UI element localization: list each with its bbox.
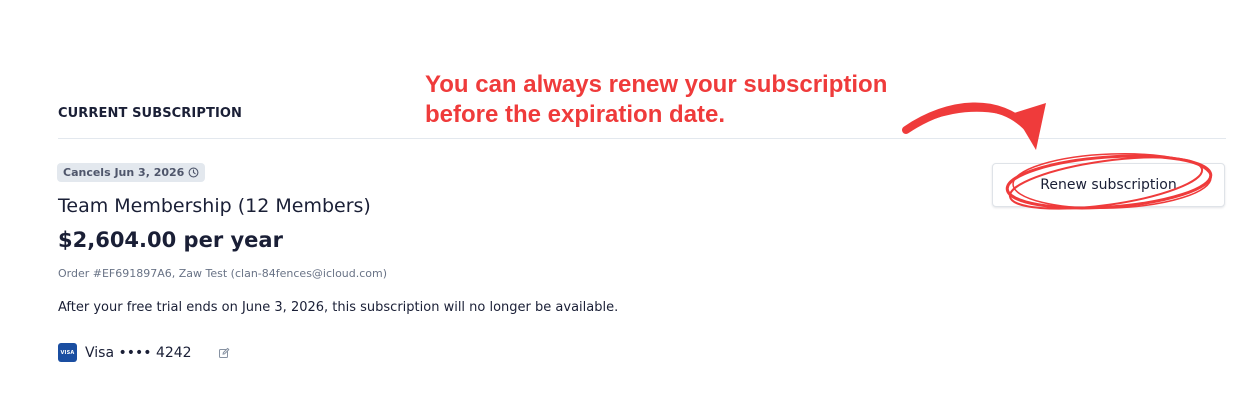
renew-subscription-button[interactable]: Renew subscription bbox=[992, 163, 1225, 207]
payment-method: VISA Visa •••• 4242 bbox=[58, 343, 230, 362]
section-divider bbox=[58, 138, 1226, 139]
order-info: Order #EF691897A6, Zaw Test (clan-84fenc… bbox=[58, 267, 388, 280]
annotation-callout: You can always renew your subscription b… bbox=[425, 70, 945, 130]
annotation-line-2: before the expiration date. bbox=[425, 101, 726, 128]
plan-price: $2,604.00 per year bbox=[58, 228, 283, 252]
card-label: Visa •••• 4242 bbox=[85, 344, 192, 361]
status-badge: Cancels Jun 3, 2026 bbox=[57, 163, 206, 182]
trial-note: After your free trial ends on June 3, 20… bbox=[58, 300, 619, 315]
status-badge-label: Cancels Jun 3, 2026 bbox=[63, 166, 185, 179]
pencil-edit-icon[interactable] bbox=[218, 347, 230, 359]
visa-card-icon: VISA bbox=[58, 343, 77, 362]
clock-icon bbox=[188, 167, 199, 178]
section-title: CURRENT SUBSCRIPTION bbox=[58, 106, 243, 121]
annotation-line-1: You can always renew your subscription bbox=[425, 71, 888, 98]
plan-name: Team Membership (12 Members) bbox=[58, 195, 371, 217]
